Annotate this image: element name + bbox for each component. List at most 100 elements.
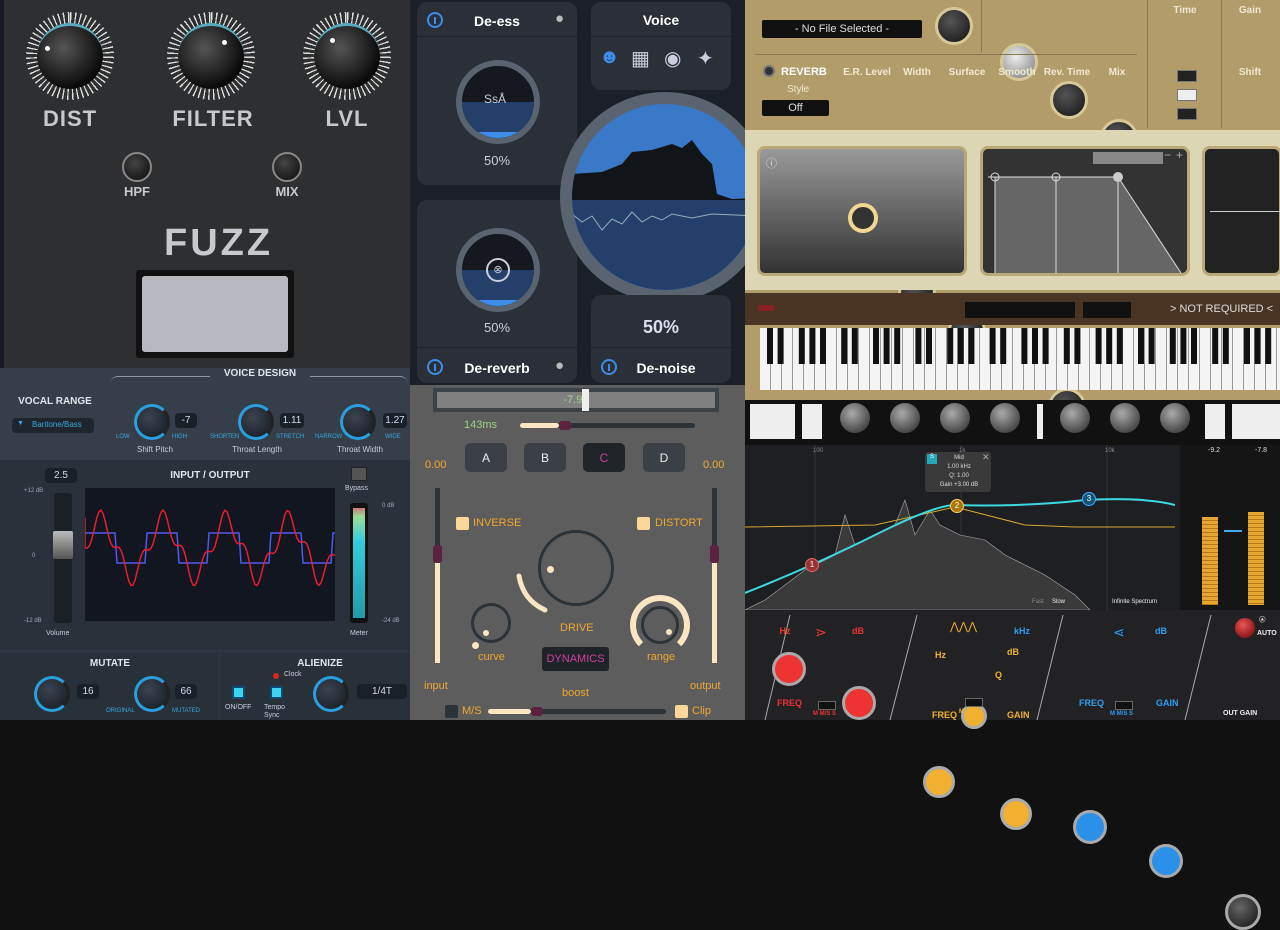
piano-knob-6[interactable]	[1110, 403, 1140, 433]
black-key[interactable]	[873, 328, 879, 364]
black-key[interactable]	[968, 328, 975, 364]
curve-button-1[interactable]	[1177, 70, 1197, 82]
speed-slow-button[interactable]: Slow	[1052, 599, 1065, 605]
boost-slider-handle[interactable]	[530, 707, 543, 716]
black-key[interactable]	[1169, 328, 1176, 364]
eq-node-1[interactable]: 1	[805, 558, 819, 572]
mutate-value-1[interactable]: 16	[77, 684, 99, 699]
high-freq-knob[interactable]	[1073, 810, 1107, 844]
distort-checkbox[interactable]	[637, 517, 650, 530]
time-slider[interactable]	[520, 421, 695, 430]
out-gain-knob[interactable]	[1225, 894, 1261, 930]
black-key[interactable]	[1116, 328, 1123, 364]
volume-slider-handle[interactable]	[53, 531, 73, 559]
black-key[interactable]	[1106, 328, 1113, 364]
tooltip-close-icon[interactable]: ✕	[982, 452, 990, 463]
piano-knob-2[interactable]	[890, 403, 920, 433]
black-key[interactable]	[1042, 328, 1049, 364]
black-key[interactable]	[957, 328, 964, 364]
envelope-view[interactable]: − +	[980, 146, 1190, 276]
auto-led-button[interactable]	[1235, 618, 1255, 638]
throat-length-knob[interactable]	[238, 404, 274, 440]
black-key[interactable]	[894, 328, 901, 364]
volume-value[interactable]: 2.5	[45, 468, 77, 483]
high-ms-switch[interactable]	[1115, 701, 1133, 710]
mutate-knob-2[interactable]	[134, 676, 170, 712]
black-key[interactable]	[915, 328, 922, 364]
deess-listen-ear-icon[interactable]: ●	[555, 10, 564, 27]
black-key[interactable]	[1222, 328, 1229, 364]
voice-mode-drum-icon[interactable]: ◉	[664, 46, 681, 71]
tempo-sync-button[interactable]	[270, 686, 283, 699]
preset-a-button[interactable]: A	[465, 443, 507, 472]
power-led[interactable]	[758, 305, 774, 311]
piano-knob-7[interactable]	[1160, 403, 1190, 433]
filter-knob[interactable]	[167, 12, 255, 100]
output-slider[interactable]	[710, 488, 719, 663]
reverb-led[interactable]	[763, 65, 775, 77]
black-key[interactable]	[1265, 328, 1272, 364]
deess-dial[interactable]: SsÅ	[456, 60, 540, 144]
preset-display[interactable]	[965, 302, 1075, 318]
black-key[interactable]	[1244, 328, 1250, 364]
black-key[interactable]	[798, 328, 805, 364]
piano-knob-4[interactable]	[990, 403, 1020, 433]
alienize-knob[interactable]	[313, 676, 349, 712]
low-freq-knob[interactable]	[772, 652, 806, 686]
eq-node-2[interactable]: 2	[950, 499, 964, 513]
black-key[interactable]	[1000, 328, 1007, 364]
dist-knob[interactable]	[26, 12, 114, 100]
black-key[interactable]	[820, 328, 826, 364]
shift-pitch-knob[interactable]	[134, 404, 170, 440]
style-select[interactable]: Off	[762, 100, 829, 116]
hpf-knob[interactable]	[122, 152, 152, 182]
range-knob[interactable]	[630, 595, 690, 655]
piano-knob-1[interactable]	[840, 403, 870, 433]
file-knob[interactable]	[935, 7, 973, 45]
clip-checkbox[interactable]	[675, 705, 688, 718]
dereverb-listen-ear-icon[interactable]: ●	[555, 357, 564, 374]
voice-mode-voice-icon[interactable]: ☻	[599, 46, 620, 69]
curve-button-3[interactable]	[1177, 108, 1197, 120]
dynamics-button[interactable]: DYNAMICS	[542, 647, 609, 671]
ms-checkbox[interactable]	[445, 705, 458, 718]
time-slider-handle[interactable]	[558, 421, 571, 430]
black-key[interactable]	[1138, 328, 1144, 364]
black-key[interactable]	[1032, 328, 1038, 364]
preset-d-button[interactable]: D	[643, 443, 685, 472]
output-slider-handle[interactable]	[710, 545, 719, 563]
throat-length-value[interactable]: 1.11	[280, 413, 304, 428]
piano-knob-5[interactable]	[1060, 403, 1090, 433]
black-key[interactable]	[851, 328, 858, 364]
preset-b-button[interactable]: B	[524, 443, 566, 472]
shift-pitch-value[interactable]: -7	[175, 413, 197, 428]
footswitch[interactable]	[136, 270, 294, 358]
deess-power-icon[interactable]	[427, 12, 443, 28]
mid-freq-knob[interactable]	[923, 766, 955, 798]
low-ms-switch[interactable]	[818, 701, 836, 710]
voice-mode-piano-icon[interactable]: ▦	[631, 46, 650, 71]
mid-gain-knob[interactable]	[1000, 798, 1032, 830]
throat-width-knob[interactable]	[340, 404, 376, 440]
vocal-range-select[interactable]: ▼ Baritone/Bass	[12, 418, 94, 433]
black-key[interactable]	[947, 328, 954, 364]
top-slider[interactable]: -7.98	[433, 388, 719, 412]
alienize-value[interactable]: 1/4T	[357, 684, 407, 699]
mix-knob[interactable]	[272, 152, 302, 182]
denoise-value[interactable]: 50%	[591, 317, 731, 338]
black-key[interactable]	[1180, 328, 1187, 364]
stage-view[interactable]: ⓘ	[757, 146, 967, 276]
black-key[interactable]	[809, 328, 816, 364]
black-key[interactable]	[1191, 328, 1197, 364]
piano-keyboard[interactable]	[760, 328, 1280, 390]
infinite-spectrum-button[interactable]: Infinite Spectrum	[1112, 599, 1157, 605]
lvl-knob[interactable]	[303, 12, 391, 100]
mutate-value-2[interactable]: 66	[175, 684, 197, 699]
black-key[interactable]	[989, 328, 996, 364]
black-key[interactable]	[883, 328, 890, 364]
mid-ms-switch[interactable]	[965, 698, 983, 707]
black-key[interactable]	[1021, 328, 1028, 364]
black-key[interactable]	[1074, 328, 1081, 364]
boost-slider[interactable]	[488, 707, 666, 716]
mutate-knob-1[interactable]	[34, 676, 70, 712]
